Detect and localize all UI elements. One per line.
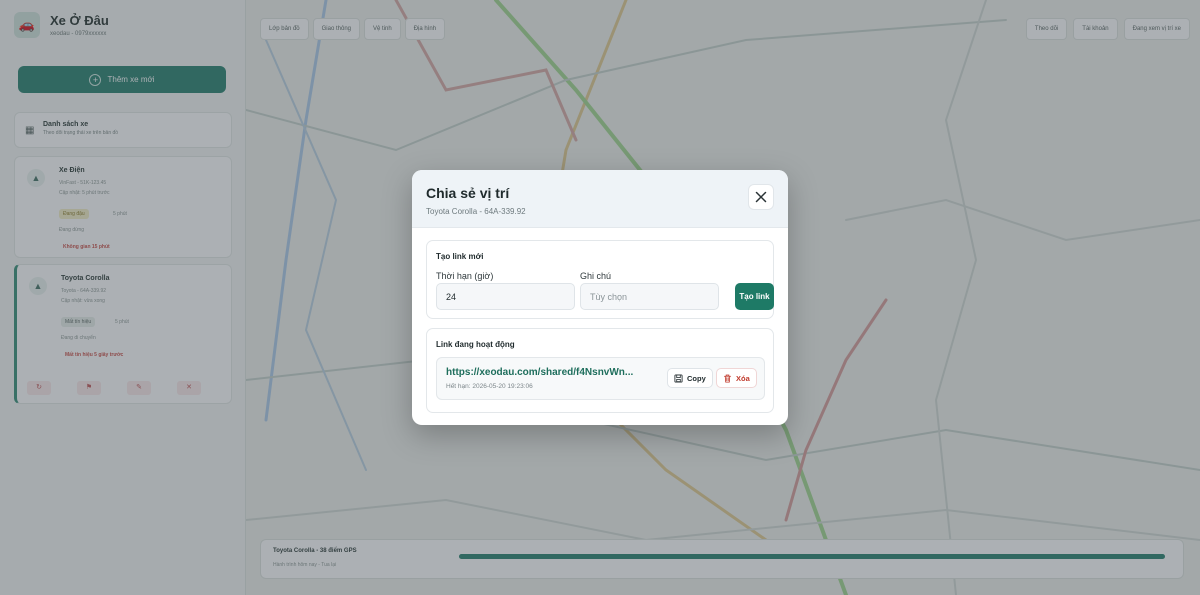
close-icon: [755, 191, 767, 203]
create-link-button[interactable]: Tạo link: [735, 283, 774, 310]
save-icon: [674, 373, 683, 383]
active-links-section: Link đang hoạt động https://xeodau.com/s…: [426, 328, 774, 413]
modal-subtitle: Toyota Corolla - 64A-339.92: [426, 207, 526, 216]
share-location-modal: Chia sẻ vị trí Toyota Corolla - 64A-339.…: [412, 170, 788, 425]
duration-input[interactable]: [436, 283, 575, 310]
note-label: Ghi chú: [580, 271, 612, 281]
active-link-item: https://xeodau.com/shared/f4NsnvWn... Hế…: [436, 357, 765, 400]
active-links-title: Link đang hoạt động: [436, 340, 515, 349]
note-input[interactable]: [580, 283, 719, 310]
modal-header: Chia sẻ vị trí Toyota Corolla - 64A-339.…: [412, 170, 788, 228]
delete-label: Xóa: [736, 373, 750, 383]
delete-button[interactable]: Xóa: [716, 368, 757, 388]
copy-button[interactable]: Copy: [667, 368, 713, 388]
trash-icon: [723, 374, 732, 383]
new-link-section: Tạo link mới Thời hạn (giờ) Ghi chú Tạo …: [426, 240, 774, 319]
link-expiry: Hết hạn: 2026-05-20 19:23:06: [446, 383, 533, 390]
shared-link-url[interactable]: https://xeodau.com/shared/f4NsnvWn...: [446, 367, 633, 378]
copy-label: Copy: [687, 373, 706, 383]
duration-label: Thời hạn (giờ): [436, 271, 494, 281]
close-button[interactable]: [748, 184, 774, 210]
new-link-title: Tạo link mới: [436, 252, 484, 261]
modal-title: Chia sẻ vị trí: [426, 185, 510, 201]
